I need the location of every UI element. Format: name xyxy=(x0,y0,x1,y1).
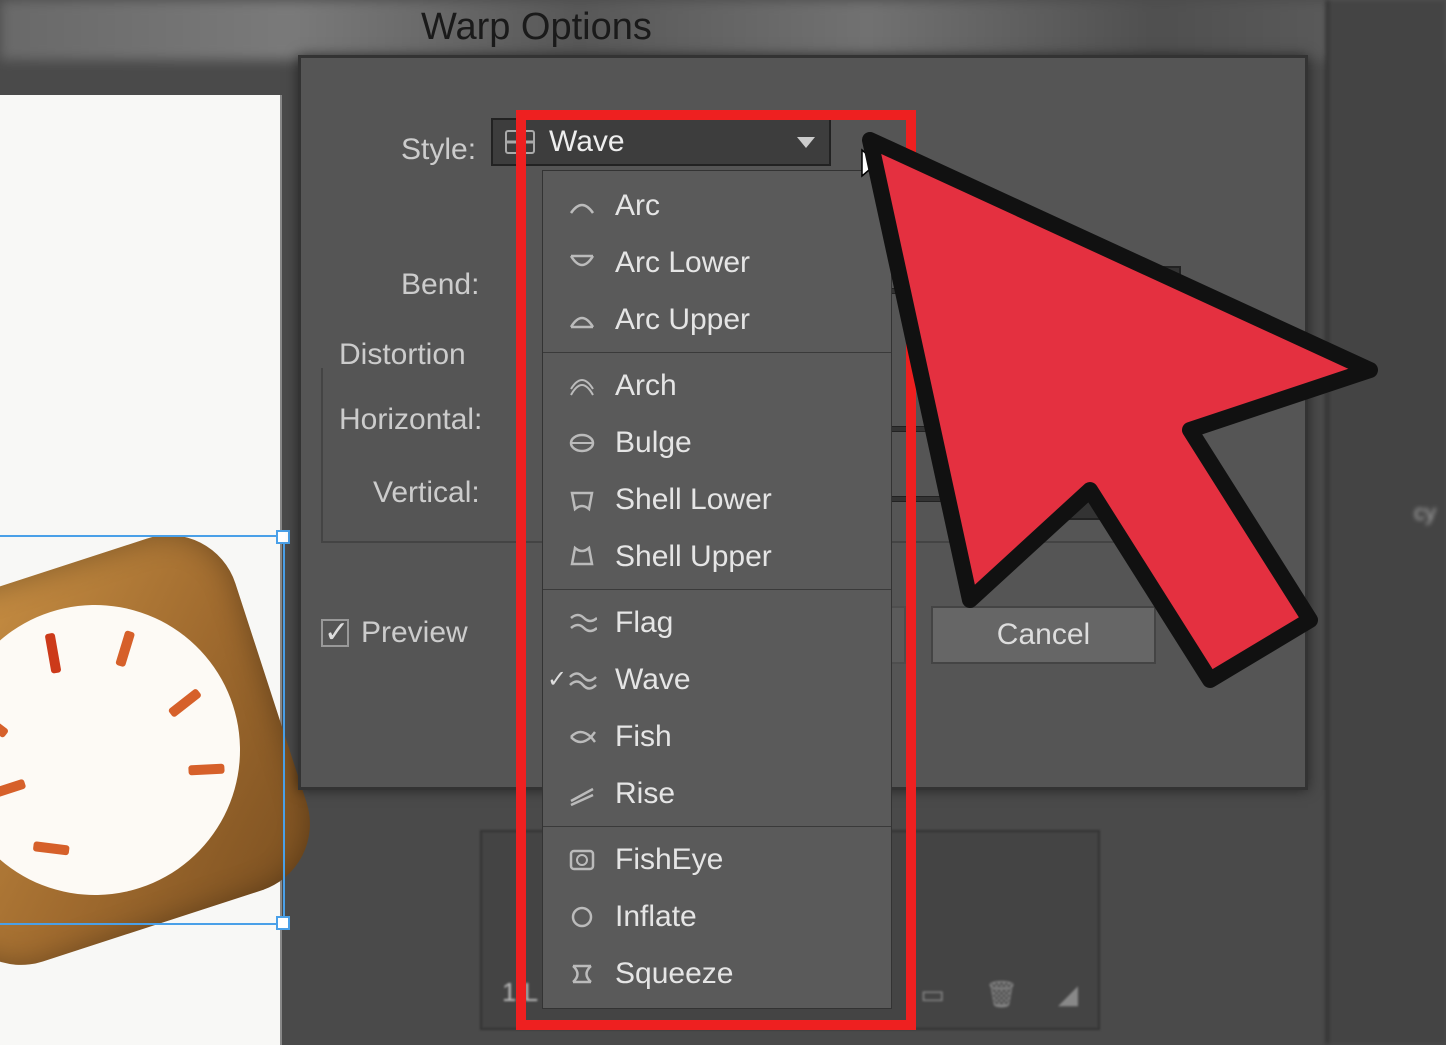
inflate-icon xyxy=(567,904,597,930)
vertical-field[interactable] xyxy=(1031,474,1181,520)
arc-icon xyxy=(567,193,597,219)
dropdown-item-rise[interactable]: Rise xyxy=(543,765,891,822)
dropdown-item-label: Inflate xyxy=(615,900,697,934)
dropdown-item-shell-lower[interactable]: Shell Lower xyxy=(543,471,891,528)
dropdown-separator xyxy=(543,589,891,590)
dialog-title: Warp Options xyxy=(421,6,652,49)
dropdown-item-label: FishEye xyxy=(615,843,723,877)
squeeze-icon xyxy=(567,961,597,987)
dropdown-item-arc-lower[interactable]: Arc Lower xyxy=(543,234,891,291)
new-layer-icon[interactable]: ▭ xyxy=(920,979,945,1010)
checkmark-icon: ✓ xyxy=(547,665,567,694)
dropdown-item-shell-upper[interactable]: Shell Upper xyxy=(543,528,891,585)
dropdown-item-label: Arch xyxy=(615,369,677,403)
dropdown-item-label: Shell Upper xyxy=(615,540,772,574)
dropdown-item-label: Arc Lower xyxy=(615,246,750,280)
panel-tab-label: cy xyxy=(1414,500,1436,526)
chevron-down-icon xyxy=(797,137,815,148)
menu-icon[interactable]: ◢ xyxy=(1058,979,1078,1010)
bend-label: Bend: xyxy=(401,268,479,302)
style-label: Style: xyxy=(401,133,476,167)
wave-icon xyxy=(567,667,597,693)
dropdown-item-label: Fish xyxy=(615,720,672,754)
trash-icon[interactable]: 🗑 xyxy=(985,979,1018,1010)
flag-icon xyxy=(567,610,597,636)
shell-upper-icon xyxy=(567,544,597,570)
rise-icon xyxy=(567,781,597,807)
dropdown-item-arch[interactable]: Arch xyxy=(543,357,891,414)
dropdown-separator xyxy=(543,826,891,827)
dropdown-separator xyxy=(543,352,891,353)
bend-field[interactable] xyxy=(1031,266,1181,312)
dropdown-item-label: Arc Upper xyxy=(615,303,750,337)
dropdown-item-fisheye[interactable]: FishEye xyxy=(543,831,891,888)
wave-icon xyxy=(505,130,535,154)
dropdown-item-squeeze[interactable]: Squeeze xyxy=(543,945,891,1002)
dropdown-item-inflate[interactable]: Inflate xyxy=(543,888,891,945)
bulge-icon xyxy=(567,430,597,456)
dropdown-item-label: Bulge xyxy=(615,426,692,460)
arc-lower-icon xyxy=(567,250,597,276)
selection-bounding-box[interactable] xyxy=(0,535,285,925)
fish-icon xyxy=(567,724,597,750)
dropdown-item-label: Arc xyxy=(615,189,660,223)
right-panel: cy xyxy=(1326,0,1446,1044)
preview-label: Preview xyxy=(361,616,468,650)
dropdown-item-label: Rise xyxy=(615,777,675,811)
style-combobox[interactable]: Wave xyxy=(491,118,831,166)
dropdown-item-label: Wave xyxy=(615,663,691,697)
style-dropdown-list[interactable]: Arc Arc Lower Arc Upper Arch Bulge Shell Lowe… xyxy=(542,170,892,1009)
arch-icon xyxy=(567,373,597,399)
layers-count: 1 L xyxy=(502,977,538,1008)
dropdown-item-label: Shell Lower xyxy=(615,483,772,517)
selection-handle[interactable] xyxy=(276,530,290,544)
style-combobox-value: Wave xyxy=(549,125,625,159)
arc-upper-icon xyxy=(567,307,597,333)
cancel-button[interactable]: Cancel xyxy=(931,606,1156,664)
dropdown-item-fish[interactable]: Fish xyxy=(543,708,891,765)
dropdown-item-wave[interactable]: ✓ Wave xyxy=(543,651,891,708)
horizontal-field[interactable] xyxy=(1031,404,1181,450)
dropdown-item-arc[interactable]: Arc xyxy=(543,177,891,234)
dropdown-item-flag[interactable]: Flag xyxy=(543,594,891,651)
dropdown-item-label: Squeeze xyxy=(615,957,733,991)
background-blur xyxy=(0,0,1446,60)
fisheye-icon xyxy=(567,847,597,873)
dropdown-item-label: Flag xyxy=(615,606,673,640)
canvas-area xyxy=(0,95,282,1045)
dropdown-item-arc-upper[interactable]: Arc Upper xyxy=(543,291,891,348)
preview-checkbox[interactable] xyxy=(321,619,349,647)
dropdown-item-bulge[interactable]: Bulge xyxy=(543,414,891,471)
selection-handle[interactable] xyxy=(276,916,290,930)
distortion-label: Distortion xyxy=(339,338,466,372)
shell-lower-icon xyxy=(567,487,597,513)
